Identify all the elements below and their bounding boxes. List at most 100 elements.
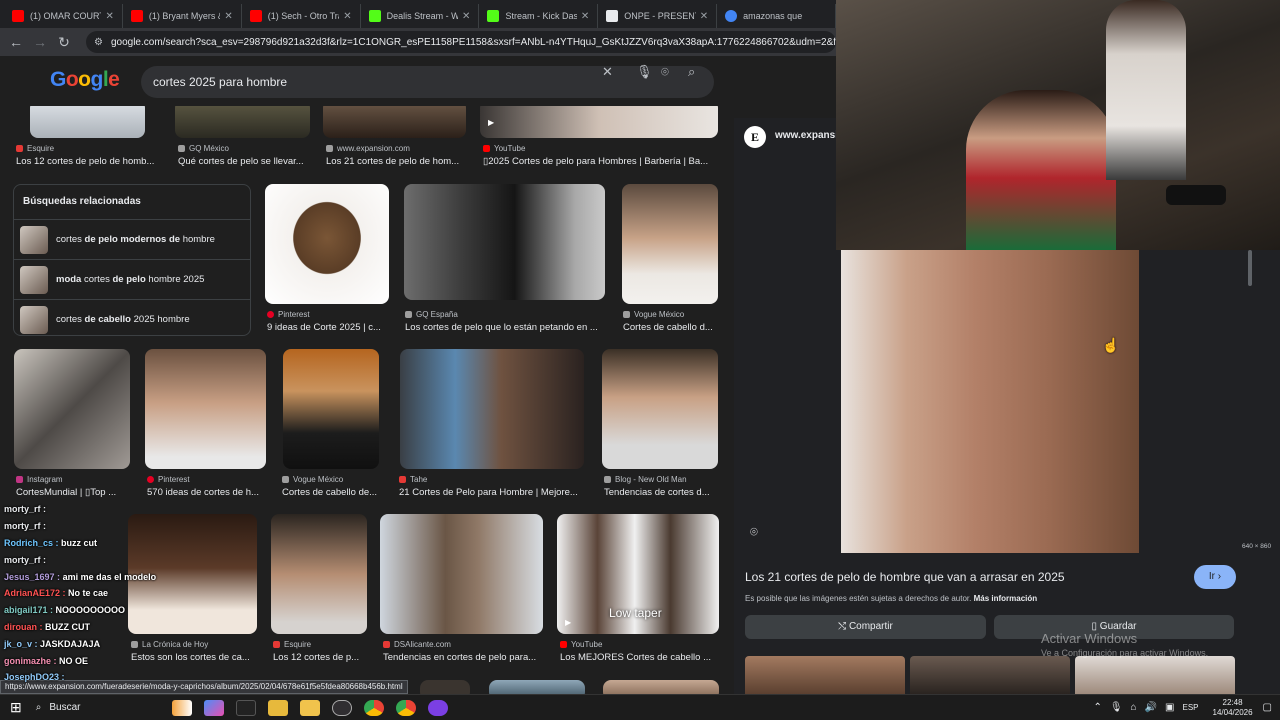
clock[interactable]: 22:48 14/04/2026 <box>1213 698 1253 718</box>
related-item[interactable]: moda cortes de pelo hombre 2025 <box>14 259 250 299</box>
copyright-notice: Es posible que las imágenes estén sujeta… <box>745 594 1038 603</box>
result-image[interactable] <box>602 349 718 469</box>
share-button[interactable]: ⤭ Compartir <box>745 615 986 639</box>
result-caption[interactable]: 570 ideas de cortes de h... <box>147 487 267 498</box>
result-image[interactable] <box>400 349 584 469</box>
close-tab-icon[interactable]: ✕ <box>581 11 589 22</box>
windows-start-icon[interactable]: ⊞ <box>10 699 22 716</box>
related-thumb[interactable] <box>1075 656 1235 694</box>
result-image[interactable] <box>283 349 379 469</box>
tray-chevron-icon[interactable]: ⌃ <box>1093 702 1101 713</box>
result-image[interactable] <box>622 184 718 304</box>
result-caption[interactable]: CortesMundial | ▯Top ... <box>16 487 130 498</box>
result-image[interactable]: ▶ <box>480 106 718 138</box>
lens-icon[interactable]: ⌾ <box>750 524 758 540</box>
preview-image[interactable] <box>841 250 1139 553</box>
lens-search-icon[interactable]: ⌾ <box>661 64 669 80</box>
result-image[interactable] <box>404 184 605 300</box>
result-image[interactable] <box>603 680 719 694</box>
result-image[interactable] <box>14 349 130 469</box>
result-caption[interactable]: Tendencias en cortes de pelo para... <box>383 652 543 663</box>
preview-title[interactable]: Los 21 cortes de pelo de hombre que van … <box>745 570 1065 584</box>
result-image[interactable] <box>380 514 543 634</box>
result-caption[interactable]: 21 Cortes de Pelo para Hombre | Mejore..… <box>399 487 585 498</box>
close-tab-icon[interactable]: ✕ <box>462 11 470 22</box>
close-tab-icon[interactable]: ✕ <box>700 11 708 22</box>
windows-watermark: Activar Windows <box>1041 631 1138 646</box>
visit-button[interactable]: Ir › <box>1194 565 1236 589</box>
folder-icon[interactable] <box>299 699 320 716</box>
widget-icon[interactable] <box>171 699 192 716</box>
result-image[interactable] <box>271 514 367 634</box>
related-searches: Búsquedas relacionadas cortes de pelo mo… <box>13 184 251 336</box>
result-image[interactable] <box>175 106 310 138</box>
close-tab-icon[interactable]: ✕ <box>343 11 351 22</box>
network-icon[interactable]: ⌂ <box>1131 702 1137 713</box>
browser-tab[interactable]: ONPE - PRESENTACIÓ✕ <box>598 4 718 28</box>
result-image[interactable] <box>30 106 145 138</box>
browser-tab[interactable]: (1) OMAR COURTZ ((✕ <box>4 4 123 28</box>
app-icon[interactable] <box>427 699 448 716</box>
result-image[interactable] <box>145 349 266 469</box>
instagram-icon <box>16 476 23 483</box>
related-thumb[interactable] <box>910 656 1070 694</box>
reload-icon[interactable]: ↻ <box>52 34 76 51</box>
result-caption[interactable]: Los 12 cortes de pelo de homb... <box>16 156 161 167</box>
result-caption[interactable]: Los cortes de pelo que lo están petando … <box>405 322 605 333</box>
close-tab-icon[interactable]: ✕ <box>224 11 232 22</box>
chrome-icon[interactable] <box>363 699 384 716</box>
result-caption[interactable]: Estos son los cortes de ca... <box>131 652 257 663</box>
result-image[interactable] <box>489 680 585 694</box>
scrollbar[interactable] <box>1248 250 1252 286</box>
result-image[interactable] <box>265 184 389 304</box>
result-caption[interactable]: Cortes de cabello d... <box>623 322 718 333</box>
site-info-icon[interactable]: ⚙ <box>94 37 103 48</box>
pinterest-icon <box>147 476 154 483</box>
live-app-icon[interactable] <box>235 699 256 716</box>
browser-tab[interactable]: amazonas que <box>717 4 836 28</box>
clear-search-icon[interactable]: ✕ <box>602 64 613 80</box>
related-item[interactable]: cortes de pelo modernos de hombre <box>14 219 250 259</box>
result-caption[interactable]: Los 21 cortes de pelo de hom... <box>326 156 468 167</box>
more-info-link[interactable]: Más información <box>974 594 1038 603</box>
result-caption[interactable]: Qué cortes de pelo se llevar... <box>178 156 313 167</box>
forward-icon[interactable]: → <box>28 34 52 50</box>
browser-tab[interactable]: Dealis Stream - Watc✕ <box>361 4 480 28</box>
url-field[interactable]: ⚙ google.com/search?sca_esv=298796d921a3… <box>86 31 836 53</box>
result-image[interactable] <box>323 106 466 138</box>
result-caption[interactable]: Los MEJORES Cortes de cabello ... <box>560 652 718 663</box>
result-image[interactable]: Low taper ▶ <box>557 514 719 634</box>
language-indicator[interactable]: ESP <box>1182 703 1198 712</box>
poster-figure <box>1106 0 1186 180</box>
youtube-icon <box>12 10 24 22</box>
chrome-icon[interactable] <box>395 699 416 716</box>
result-caption[interactable]: Los 12 cortes de p... <box>273 652 368 663</box>
result-caption[interactable]: Cortes de cabello de... <box>282 487 382 498</box>
voice-search-icon[interactable]: 🎙 <box>636 64 653 80</box>
obs-icon[interactable] <box>331 699 352 716</box>
search-input[interactable]: cortes 2025 para hombre <box>141 66 714 98</box>
search-icon[interactable]: ⌕ <box>688 64 695 80</box>
chat-message: dirouan : BUZZ CUT <box>4 622 91 632</box>
related-thumb[interactable] <box>745 656 905 694</box>
result-caption[interactable]: 9 ideas de Corte 2025 | c... <box>267 322 389 333</box>
browser-tab[interactable]: Stream - Kick Dashbo✕ <box>479 4 599 28</box>
tray-app-icon[interactable]: ▣ <box>1165 702 1174 713</box>
volume-icon[interactable]: 🔊 <box>1145 702 1157 713</box>
copilot-icon[interactable] <box>203 699 224 716</box>
file-explorer-icon[interactable] <box>267 699 288 716</box>
back-icon[interactable]: ← <box>4 34 28 50</box>
google-logo[interactable]: Google <box>50 68 120 92</box>
browser-tab[interactable]: (1) Bryant Myers & Ba✕ <box>123 4 242 28</box>
vogue-icon <box>623 311 630 318</box>
result-caption[interactable]: ▯2025 Cortes de pelo para Hombres | Barb… <box>483 156 718 167</box>
result-source: Pinterest <box>147 475 190 484</box>
related-item[interactable]: cortes de cabello 2025 hombre <box>14 299 250 339</box>
result-caption[interactable]: Tendencias de cortes d... <box>604 487 718 498</box>
close-tab-icon[interactable]: ✕ <box>105 11 113 22</box>
mic-icon[interactable]: 🎙 <box>1110 702 1123 713</box>
notification-icon[interactable]: ▢ <box>1263 702 1272 713</box>
result-image[interactable] <box>420 680 470 694</box>
taskbar-search[interactable]: ⌕ Buscar <box>36 702 166 713</box>
browser-tab[interactable]: (1) Sech - Otro Trago✕ <box>242 4 361 28</box>
